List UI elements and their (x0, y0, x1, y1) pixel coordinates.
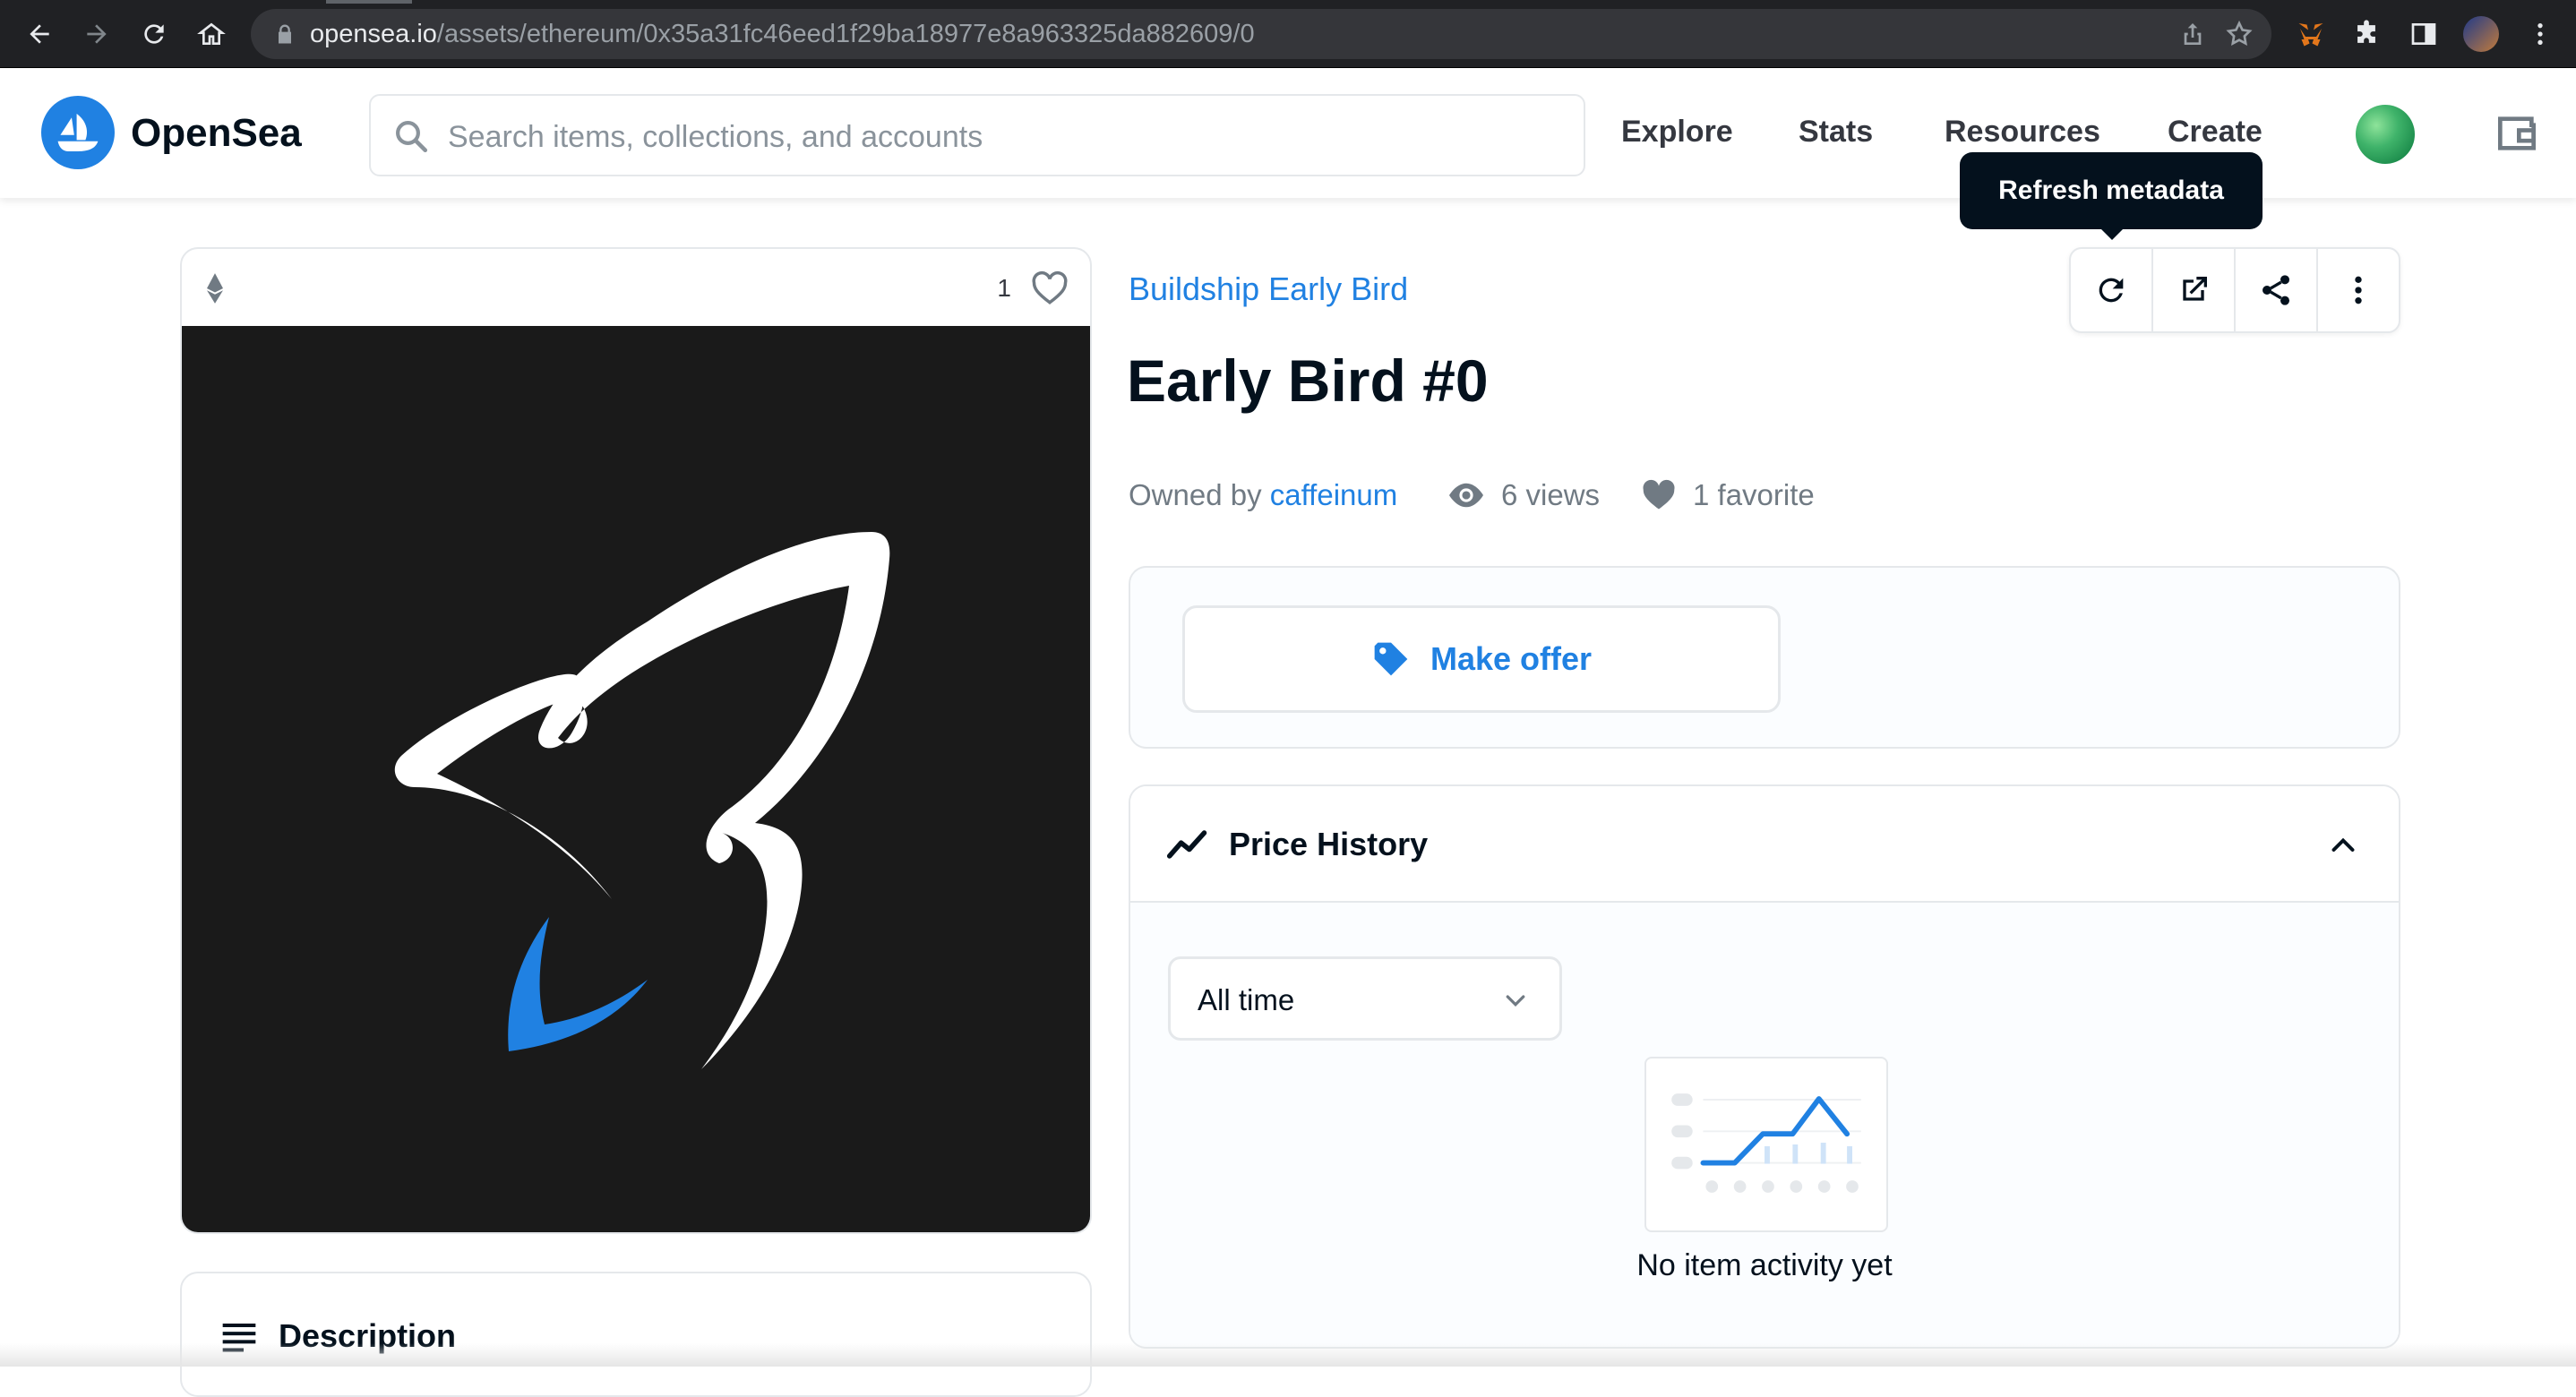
rocket-bird-artwork (394, 532, 890, 1069)
trending-line-icon (1166, 830, 1207, 859)
opensea-logo-icon[interactable] (41, 96, 115, 169)
owned-by-label: Owned by (1129, 478, 1270, 511)
collection-link[interactable]: Buildship Early Bird (1129, 269, 1408, 310)
search-placeholder: Search items, collections, and accounts (448, 120, 983, 154)
empty-chart-illustration (1644, 1057, 1888, 1232)
view-original-button[interactable] (2153, 249, 2236, 331)
item-title: Early Bird #0 (1127, 347, 1489, 414)
owned-by: Owned by caffeinum (1129, 475, 1397, 516)
chevron-down-icon (1506, 995, 1525, 1007)
window-bottom-edge (0, 1343, 2576, 1367)
side-panel-icon[interactable] (2406, 16, 2442, 52)
share-button[interactable] (2236, 249, 2318, 331)
price-history-title: Price History (1229, 826, 1429, 862)
refresh-icon (2099, 278, 2124, 303)
brand-name[interactable]: OpenSea (131, 108, 302, 159)
metamask-icon[interactable] (2293, 16, 2329, 52)
chrome-menu-icon[interactable] (2522, 16, 2558, 52)
price-history-header[interactable]: Price History (1130, 786, 2399, 903)
forward-icon[interactable] (77, 14, 116, 54)
tag-icon (1374, 642, 1408, 676)
external-link-icon (2183, 277, 2207, 301)
offer-panel: Make offer (1129, 566, 2400, 749)
address-bar[interactable]: opensea.io/assets/ethereum/0x35a31fc46ee… (251, 9, 2271, 59)
profile-avatar-icon[interactable] (2463, 16, 2499, 52)
share-page-icon[interactable] (2178, 20, 2207, 48)
make-offer-label: Make offer (1430, 640, 1593, 677)
extensions-puzzle-icon[interactable] (2348, 16, 2384, 52)
chevron-up-icon[interactable] (2327, 831, 2359, 858)
bookmark-star-icon[interactable] (2225, 20, 2254, 48)
search-icon (396, 121, 428, 153)
home-icon[interactable] (192, 14, 231, 54)
nav-create[interactable]: Create (2168, 112, 2263, 151)
price-history-panel: Price History All time No item activity … (1129, 784, 2400, 1349)
no-activity-text: No item activity yet (1636, 1248, 1893, 1282)
heart-icon[interactable] (1031, 270, 1069, 306)
nft-artwork-image[interactable] (182, 326, 1090, 1232)
nav-resources[interactable]: Resources (1945, 112, 2100, 151)
favorite-count: 1 (997, 274, 1011, 302)
more-vertical-icon (2355, 276, 2362, 304)
period-select-value: All time (1198, 983, 1295, 1016)
period-select[interactable]: All time (1168, 956, 1562, 1041)
nav-stats[interactable]: Stats (1799, 112, 1873, 151)
description-card[interactable]: Description (180, 1272, 1092, 1397)
media-card-header: 1 (182, 249, 1090, 326)
search-input[interactable]: Search items, collections, and accounts (369, 94, 1585, 176)
reload-icon[interactable] (134, 14, 174, 54)
item-media-card: 1 (180, 247, 1092, 1234)
browser-chrome: opensea.io/assets/ethereum/0x35a31fc46ee… (0, 0, 2576, 68)
chart-placeholder-icon (1671, 1093, 1861, 1193)
item-action-buttons (2069, 247, 2400, 333)
ethereum-icon (207, 273, 223, 304)
lock-icon (279, 24, 291, 44)
make-offer-button[interactable]: Make offer (1182, 605, 1781, 713)
owner-link[interactable]: caffeinum (1270, 478, 1397, 511)
favorite-heart-icon (1643, 479, 1675, 510)
nav-explore[interactable]: Explore (1621, 112, 1733, 151)
back-icon[interactable] (20, 14, 59, 54)
url-text: opensea.io/assets/ethereum/0x35a31fc46ee… (310, 20, 1255, 48)
refresh-metadata-button[interactable] (2071, 249, 2153, 331)
price-history-body: All time No item activity yet (1130, 903, 2399, 1347)
account-avatar[interactable] (2356, 105, 2415, 164)
eye-icon (1449, 483, 1483, 508)
wallet-icon[interactable] (2492, 108, 2542, 159)
favorite-count-label: 1 favorite (1693, 478, 1815, 511)
refresh-metadata-tooltip: Refresh metadata (1960, 152, 2263, 240)
more-options-button[interactable] (2318, 249, 2399, 331)
view-count: 6 views (1501, 478, 1601, 511)
share-icon (2263, 275, 2289, 305)
tab-indicator (326, 0, 412, 4)
